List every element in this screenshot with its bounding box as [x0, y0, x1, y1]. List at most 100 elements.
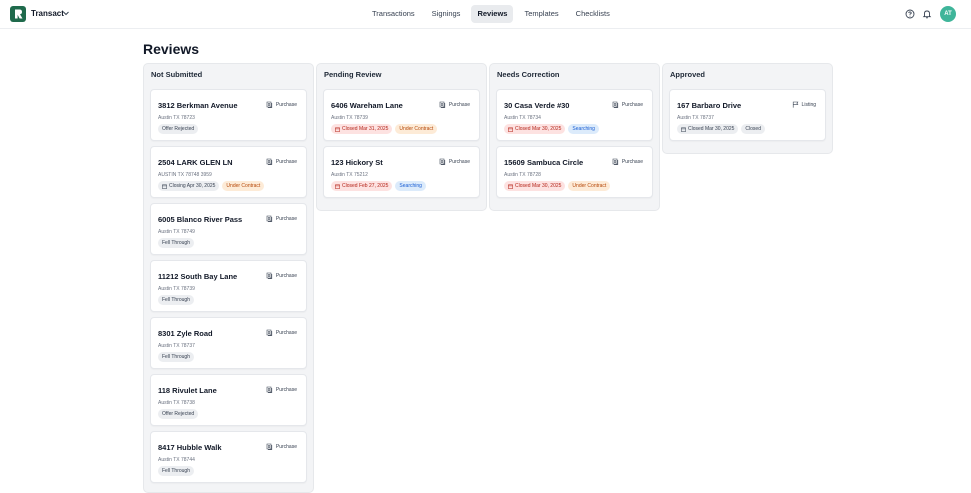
date-badge-text: Closed Mar 30, 2025 — [515, 183, 562, 189]
card-address: 6406 Wareham Lane — [331, 101, 403, 110]
bell-icon[interactable] — [922, 9, 932, 19]
card-address: 118 Rivulet Lane — [158, 386, 217, 395]
page-title: Reviews — [143, 41, 200, 57]
document-stack-icon — [266, 272, 272, 279]
card-city: Austin TX 75212 — [331, 172, 368, 178]
main-tabs: Transactions Signings Reviews Templates … — [366, 5, 616, 23]
card-badges: Closed Mar 30, 2025 Under Contract — [504, 181, 611, 191]
column-title: Not Submitted — [151, 70, 203, 79]
status-badge: Offer Rejected — [158, 409, 199, 419]
status-badge: Fell Through — [158, 466, 194, 476]
status-badge: Fell Through — [158, 238, 194, 248]
date-badge-text: Closed Feb 27, 2025 — [342, 183, 389, 189]
card-address: 123 Hickory St — [331, 158, 383, 167]
card-address: 6005 Blanco River Pass — [158, 215, 243, 224]
date-badge: Closed Mar 30, 2025 — [504, 124, 566, 134]
card-address: 11212 South Bay Lane — [158, 272, 238, 281]
transaction-card[interactable]: 15609 Sambuca Circle Purchase Austin TX … — [496, 146, 653, 198]
document-stack-icon — [266, 215, 272, 222]
card-type-label: Purchase — [621, 158, 643, 165]
document-stack-icon — [439, 158, 445, 165]
column-title: Pending Review — [324, 70, 382, 79]
card-city: Austin TX 78744 — [158, 457, 195, 463]
card-type: Purchase — [612, 101, 643, 108]
calendar-icon — [508, 184, 513, 189]
transaction-card[interactable]: 2504 LARK GLEN LN Purchase AUSTIN TX 787… — [150, 146, 307, 198]
tab-signings[interactable]: Signings — [426, 5, 467, 23]
card-city: AUSTIN TX 78748 3959 — [158, 172, 212, 178]
card-badges: Fell Through — [158, 466, 194, 476]
user-avatar[interactable]: AT — [940, 6, 956, 22]
date-badge-text: Closing Apr 30, 2025 — [169, 183, 216, 189]
date-badge: Closing Apr 30, 2025 — [158, 181, 220, 191]
tab-checklists[interactable]: Checklists — [570, 5, 616, 23]
card-type-label: Purchase — [275, 386, 297, 393]
card-address: 15609 Sambuca Circle — [504, 158, 584, 167]
card-address: 2504 LARK GLEN LN — [158, 158, 233, 167]
status-badge: Fell Through — [158, 352, 194, 362]
help-icon[interactable] — [905, 9, 915, 19]
chevron-down-icon[interactable] — [62, 9, 70, 17]
card-address: 8301 Zyle Road — [158, 329, 213, 338]
calendar-icon — [681, 127, 686, 132]
document-stack-icon — [612, 158, 618, 165]
status-badge: Searching — [568, 124, 599, 134]
card-type-label: Purchase — [621, 101, 643, 108]
column-pending-review: Pending Review 6406 Wareham Lane Purchas… — [316, 63, 487, 211]
card-type: Purchase — [266, 101, 297, 108]
tab-templates[interactable]: Templates — [518, 5, 564, 23]
card-type: Purchase — [266, 443, 297, 450]
calendar-icon — [335, 184, 340, 189]
card-badges: Closed Mar 31, 2025 Under Contract — [331, 124, 438, 134]
column-title: Needs Correction — [497, 70, 560, 79]
card-type: Purchase — [266, 158, 297, 165]
date-badge: Closed Mar 31, 2025 — [331, 124, 393, 134]
transaction-card[interactable]: 6005 Blanco River Pass Purchase Austin T… — [150, 203, 307, 255]
transaction-card[interactable]: 167 Barbaro Drive Listing Austin TX 7873… — [669, 89, 826, 141]
card-city: Austin TX 78738 — [158, 400, 195, 406]
app-logo-icon[interactable] — [10, 6, 26, 22]
card-badges: Closed Feb 27, 2025 Searching — [331, 181, 426, 191]
card-city: Austin TX 78728 — [504, 172, 541, 178]
calendar-icon — [162, 184, 167, 189]
card-type-label: Purchase — [275, 443, 297, 450]
card-badges: Fell Through — [158, 295, 194, 305]
tab-transactions[interactable]: Transactions — [366, 5, 421, 23]
card-type-label: Listing — [801, 101, 816, 108]
column-needs-correction: Needs Correction 30 Casa Verde #30 Purch… — [489, 63, 660, 211]
date-badge-text: Closed Mar 31, 2025 — [342, 126, 389, 132]
card-type: Purchase — [266, 272, 297, 279]
transaction-card[interactable]: 6406 Wareham Lane Purchase Austin TX 787… — [323, 89, 480, 141]
card-city: Austin TX 78749 — [158, 229, 195, 235]
card-type-label: Purchase — [275, 158, 297, 165]
transaction-card[interactable]: 3812 Berkman Avenue Purchase Austin TX 7… — [150, 89, 307, 141]
transaction-card[interactable]: 8301 Zyle Road Purchase Austin TX 78737 … — [150, 317, 307, 369]
card-badges: Closed Mar 30, 2025 Closed — [677, 124, 765, 134]
card-type: Purchase — [266, 215, 297, 222]
document-stack-icon — [266, 101, 272, 108]
transaction-card[interactable]: 118 Rivulet Lane Purchase Austin TX 7873… — [150, 374, 307, 426]
card-type-label: Purchase — [275, 101, 297, 108]
transaction-card[interactable]: 8417 Hubble Walk Purchase Austin TX 7874… — [150, 431, 307, 483]
document-stack-icon — [266, 386, 272, 393]
status-badge: Searching — [395, 181, 426, 191]
transaction-card[interactable]: 11212 South Bay Lane Purchase Austin TX … — [150, 260, 307, 312]
card-type: Purchase — [266, 329, 297, 336]
calendar-icon — [335, 127, 340, 132]
card-badges: Closing Apr 30, 2025 Under Contract — [158, 181, 265, 191]
card-address: 3812 Berkman Avenue — [158, 101, 238, 110]
transaction-card[interactable]: 30 Casa Verde #30 Purchase Austin TX 787… — [496, 89, 653, 141]
status-badge: Closed — [741, 124, 765, 134]
calendar-icon — [508, 127, 513, 132]
top-nav: Transact Transactions Signings Reviews T… — [0, 0, 971, 29]
card-city: Austin TX 78737 — [677, 115, 714, 121]
tab-reviews[interactable]: Reviews — [471, 5, 514, 23]
card-type-label: Purchase — [448, 158, 470, 165]
date-badge: Closed Mar 30, 2025 — [677, 124, 739, 134]
app-name[interactable]: Transact — [31, 9, 64, 18]
card-type-label: Purchase — [448, 101, 470, 108]
transaction-card[interactable]: 123 Hickory St Purchase Austin TX 75212 … — [323, 146, 480, 198]
card-type: Purchase — [439, 101, 470, 108]
card-type: Purchase — [439, 158, 470, 165]
card-type-label: Purchase — [275, 329, 297, 336]
